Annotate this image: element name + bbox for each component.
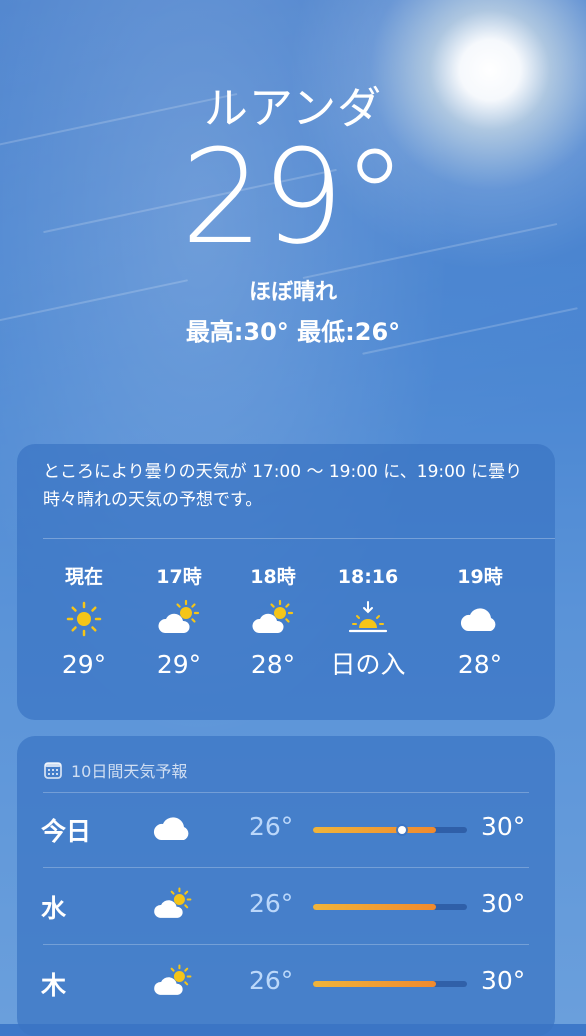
temperature-range-fill	[313, 827, 437, 833]
cloud-icon	[460, 608, 496, 631]
hourly-item: 18時 28°	[228, 556, 318, 682]
calendar-icon	[44, 762, 62, 779]
forecast-row-wed[interactable]: 水 26° 30°	[17, 867, 555, 945]
forecast-low: 26°	[249, 812, 294, 841]
sun-icon	[66, 601, 102, 637]
temperature-range-bar	[313, 826, 467, 834]
hourly-item-partial: 2 2	[525, 556, 555, 682]
hourly-time: 19時	[457, 566, 503, 588]
temperature-range-bar	[313, 981, 467, 987]
current-condition: ほぼ晴れ	[248, 280, 337, 305]
ten-day-forecast-card[interactable]: 10日間天気予報 今日 26° 30° 水 26° 30° 木 26° 30°	[17, 736, 555, 1036]
hourly-item: 18:16 日の入	[323, 556, 413, 682]
hourly-item: 17時 29°	[134, 556, 224, 682]
forecast-row-today[interactable]: 今日 26° 30°	[17, 790, 555, 868]
temperature-range-bar	[313, 904, 467, 910]
hourly-time: 2	[525, 562, 555, 592]
current-temperature: 29°	[180, 121, 407, 273]
hourly-summary: ところにより曇りの天気が 17:00 〜 19:00 に、19:00 に曇り時々…	[43, 462, 523, 510]
forecast-title-label: 10日間天気予報	[71, 762, 188, 781]
hourly-temp: 29°	[156, 650, 202, 679]
divider	[43, 538, 555, 539]
hourly-temp: 28°	[457, 650, 503, 679]
partly-cloudy-icon	[154, 964, 192, 995]
forecast-low: 26°	[249, 889, 294, 918]
forecast-row-thu[interactable]: 木 26° 30°	[17, 944, 555, 1022]
hourly-item: 19時 28°	[435, 556, 525, 682]
cloud-icon	[153, 817, 189, 840]
hourly-temp: 29°	[61, 650, 107, 679]
high-low-temperature: 最高:30° 最低:26°	[185, 318, 401, 346]
forecast-title: 10日間天気予報	[43, 758, 187, 782]
hourly-item: 現在 29°	[39, 556, 129, 682]
hourly-temp: 2	[525, 648, 555, 682]
temperature-range-fill	[313, 981, 437, 987]
hourly-time: 17時	[156, 566, 202, 588]
forecast-high: 30°	[481, 889, 526, 918]
partly-cloudy-icon	[252, 599, 294, 633]
forecast-day: 水	[41, 894, 67, 923]
current-weather-header: ルアンダ 29° ほぼ晴れ 最高:30° 最低:26°	[0, 72, 586, 347]
hourly-time: 18時	[250, 566, 296, 588]
hourly-time: 18:16	[337, 566, 399, 588]
forecast-high: 30°	[481, 966, 526, 995]
hourly-scroller[interactable]: 現在 29° 17時 29° 18時 28° 18:16 日の入 19時 28°	[17, 556, 555, 706]
partly-cloudy-icon	[154, 887, 192, 918]
forecast-day: 今日	[41, 817, 92, 846]
partly-cloudy-icon	[158, 599, 200, 633]
hourly-forecast-card[interactable]: ところにより曇りの天気が 17:00 〜 19:00 に、19:00 に曇り時々…	[17, 444, 555, 720]
forecast-day: 木	[41, 971, 67, 1000]
hourly-temp: 日の入	[330, 650, 406, 679]
temperature-range-fill	[313, 904, 437, 910]
forecast-high: 30°	[481, 812, 526, 841]
hourly-temp: 28°	[250, 650, 296, 679]
hourly-time: 現在	[64, 566, 103, 588]
sunset-icon	[348, 601, 388, 633]
forecast-low: 26°	[249, 966, 294, 995]
